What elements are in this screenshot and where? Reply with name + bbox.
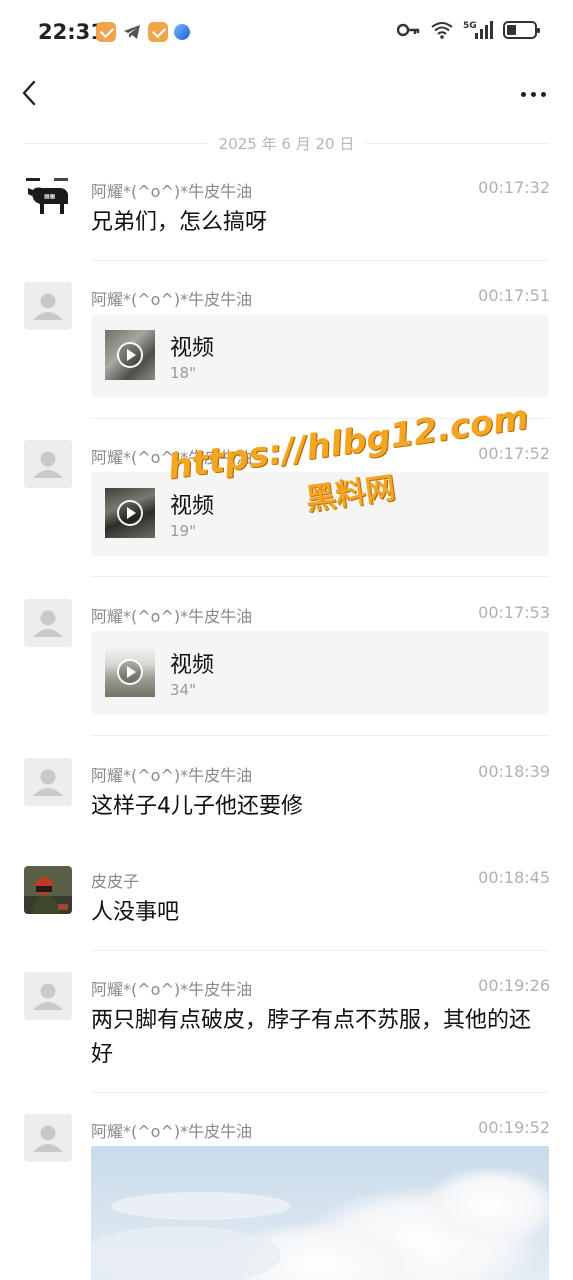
avatar[interactable] bbox=[24, 866, 72, 914]
video-duration: 18" bbox=[170, 364, 196, 382]
avatar[interactable] bbox=[24, 282, 72, 330]
divider bbox=[91, 576, 549, 577]
signal-icon: 5G bbox=[463, 21, 493, 39]
message-text: 人没事吧 bbox=[91, 900, 180, 925]
back-button[interactable] bbox=[16, 76, 46, 112]
vpn-key-icon bbox=[397, 23, 420, 37]
default-avatar-icon bbox=[24, 758, 72, 806]
avatar[interactable] bbox=[24, 1114, 72, 1162]
message-time: 00:17:52 bbox=[478, 444, 550, 463]
video-message[interactable]: 视频 19" bbox=[91, 472, 549, 556]
divider bbox=[91, 260, 549, 261]
sender-name: 阿耀*(^o^)*牛皮牛油 bbox=[91, 766, 253, 785]
sender-name: 阿耀*(^o^)*牛皮牛油 bbox=[91, 1122, 253, 1141]
message-item: 阿耀*(^o^)*牛皮牛油 00:17:53 视频 34" bbox=[0, 597, 573, 737]
shield-app-icon bbox=[96, 22, 116, 42]
sender-name: 阿耀*(^o^)*牛皮牛油 bbox=[91, 448, 253, 467]
telegram-icon bbox=[124, 25, 140, 39]
system-icons: 5G bbox=[397, 20, 540, 40]
network-type: 5G bbox=[463, 21, 477, 31]
shield-app-icon-2 bbox=[148, 22, 168, 42]
avatar[interactable] bbox=[24, 758, 72, 806]
message-item: 阿耀*(^o^)*牛皮牛油 00:17:51 视频 18" bbox=[0, 280, 573, 420]
chat-header bbox=[0, 64, 573, 124]
avatar[interactable]: ▦▦ bbox=[24, 174, 72, 222]
more-options-button[interactable] bbox=[517, 80, 549, 108]
default-avatar-icon bbox=[24, 972, 72, 1020]
video-thumbnail bbox=[105, 330, 155, 380]
play-icon bbox=[117, 342, 143, 368]
image-message[interactable] bbox=[91, 1146, 549, 1280]
divider bbox=[91, 735, 549, 736]
divider bbox=[91, 1092, 549, 1093]
message-item: 皮皮子 00:18:45 人没事吧 bbox=[0, 862, 573, 952]
sender-name: 阿耀*(^o^)*牛皮牛油 bbox=[91, 607, 253, 626]
video-message[interactable]: 视频 18" bbox=[91, 314, 549, 398]
wifi-icon bbox=[431, 22, 453, 39]
sender-name: 阿耀*(^o^)*牛皮牛油 bbox=[91, 980, 253, 999]
avatar[interactable] bbox=[24, 440, 72, 488]
video-label: 视频 bbox=[170, 653, 215, 678]
message-time: 00:17:53 bbox=[478, 603, 550, 622]
date-separator: 2025 年 6 月 20 日 bbox=[24, 130, 549, 156]
play-icon bbox=[117, 659, 143, 685]
message-item: ▦▦ 阿耀*(^o^)*牛皮牛油 00:17:32 兄弟们，怎么搞呀 bbox=[0, 172, 573, 262]
browser-app-icon bbox=[174, 24, 190, 40]
video-label: 视频 bbox=[170, 336, 215, 361]
sender-name: 阿耀*(^o^)*牛皮牛油 bbox=[91, 290, 253, 309]
svg-text:▦▦: ▦▦ bbox=[44, 193, 56, 200]
divider bbox=[91, 950, 549, 951]
video-duration: 34" bbox=[170, 681, 196, 699]
sender-name: 阿耀*(^o^)*牛皮牛油 bbox=[91, 182, 253, 201]
message-item: 阿耀*(^o^)*牛皮牛油 00:18:39 这样子4儿子他还要修 bbox=[0, 756, 573, 846]
message-time: 00:19:52 bbox=[478, 1118, 550, 1137]
status-bar: 22:31 5G bbox=[0, 0, 573, 64]
message-time: 00:17:51 bbox=[478, 286, 550, 305]
status-time: 22:31 bbox=[38, 20, 105, 44]
message-time: 00:17:32 bbox=[478, 178, 550, 197]
video-label: 视频 bbox=[170, 494, 215, 519]
video-thumbnail bbox=[105, 647, 155, 697]
message-text: 这样子4儿子他还要修 bbox=[91, 794, 303, 819]
message-time: 00:18:45 bbox=[478, 868, 550, 887]
video-thumbnail bbox=[105, 488, 155, 538]
avatar[interactable] bbox=[24, 599, 72, 647]
date-label: 2025 年 6 月 20 日 bbox=[218, 134, 355, 153]
notification-icons bbox=[96, 22, 190, 42]
default-avatar-icon bbox=[24, 1114, 72, 1162]
divider bbox=[91, 418, 549, 419]
message-text: 兄弟们，怎么搞呀 bbox=[91, 210, 268, 235]
video-duration: 19" bbox=[170, 522, 196, 540]
video-message[interactable]: 视频 34" bbox=[91, 631, 549, 715]
message-time: 00:19:26 bbox=[478, 976, 550, 995]
default-avatar-icon bbox=[24, 282, 72, 330]
battery-icon bbox=[503, 21, 540, 39]
default-avatar-icon bbox=[24, 440, 72, 488]
play-icon bbox=[117, 500, 143, 526]
chevron-left-icon bbox=[22, 80, 36, 106]
default-avatar-icon bbox=[24, 599, 72, 647]
sender-name: 皮皮子 bbox=[91, 872, 140, 891]
message-item: 阿耀*(^o^)*牛皮牛油 00:17:52 视频 19" bbox=[0, 438, 573, 578]
message-text: 两只脚有点破皮，脖子有点不苏服，其他的还好 bbox=[91, 1008, 532, 1067]
avatar[interactable] bbox=[24, 972, 72, 1020]
message-item: 阿耀*(^o^)*牛皮牛油 00:19:26 两只脚有点破皮，脖子有点不苏服，其… bbox=[0, 970, 573, 1094]
message-time: 00:18:39 bbox=[478, 762, 550, 781]
